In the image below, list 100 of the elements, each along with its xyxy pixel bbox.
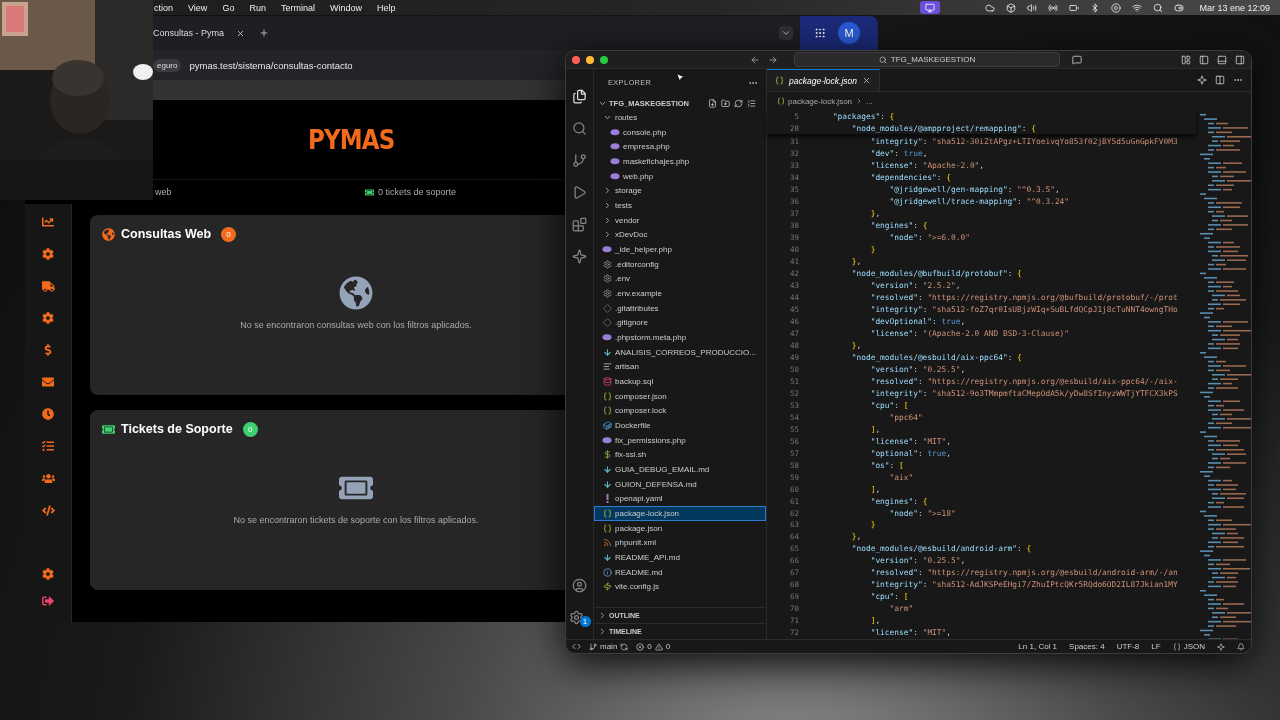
file-tree-item[interactable]: package.json	[594, 520, 766, 536]
chat-icon[interactable]	[1072, 54, 1082, 65]
file-tree-item[interactable]: web.php	[594, 168, 766, 184]
panel-toggle-icon[interactable]	[1217, 54, 1227, 65]
battery-icon[interactable]	[1069, 2, 1080, 13]
back-arrow-icon[interactable]	[750, 54, 760, 65]
secondary-sidebar-icon[interactable]	[1235, 54, 1245, 65]
new-tab-button[interactable]	[259, 28, 270, 38]
braces-icon	[775, 76, 784, 85]
file-tree-item[interactable]: console.php	[594, 124, 766, 140]
browser-tab[interactable]: Consultas - Pyma	[153, 20, 252, 46]
file-tree-item[interactable]: tests	[594, 198, 766, 213]
file-tree-item[interactable]: empresa.php	[594, 139, 766, 154]
breadcrumb-item[interactable]: package-lock.json	[788, 96, 853, 106]
volume-icon[interactable]	[1027, 2, 1038, 13]
tab-title: package-lock.json	[789, 75, 858, 86]
new-folder-icon[interactable]	[721, 98, 730, 108]
file-tree-item[interactable]: Dockerfile	[594, 418, 766, 433]
file-tree-item[interactable]: GUIA_DEBUG_EMAIL.md	[594, 462, 766, 477]
language-status[interactable]: JSON	[1172, 642, 1205, 651]
file-tree-item[interactable]: phpunit.xml	[594, 535, 766, 551]
status-item[interactable]: Spaces: 4	[1069, 642, 1105, 651]
problems-status[interactable]: 0 0	[636, 642, 671, 651]
file-tree-item[interactable]: fix_permissions.php	[594, 432, 766, 448]
close-icon[interactable]	[236, 28, 246, 38]
tab-list-button[interactable]	[779, 26, 793, 40]
file-tree-item[interactable]: ANALISIS_CORREOS_PRODUCCIO...	[594, 344, 766, 360]
file-tree-item[interactable]: vendor	[594, 212, 766, 228]
menu-item[interactable]: Terminal	[280, 2, 315, 13]
file-tree-item[interactable]: .gitattributes	[594, 300, 766, 316]
cloud-icon[interactable]	[985, 2, 996, 13]
file-tree-item[interactable]: README.md	[594, 564, 766, 580]
file-tree-item[interactable]: .env.example	[594, 286, 766, 301]
wifi-icon[interactable]	[1132, 2, 1143, 13]
bell-icon[interactable]	[1237, 642, 1245, 651]
status-item[interactable]: Ln 1, Col 1	[1018, 642, 1058, 651]
menu-item[interactable]: Window	[329, 2, 362, 13]
file-tree-item[interactable]: storage	[594, 183, 766, 199]
menu-item[interactable]: Go	[222, 2, 235, 13]
sidebar-toggle-icon[interactable]	[1199, 54, 1209, 65]
layout-icon[interactable]	[1181, 54, 1191, 65]
status-item[interactable]: LF	[1151, 642, 1161, 651]
file-tree-item[interactable]: GUION_DEFENSA.md	[594, 476, 766, 492]
container-icon	[602, 420, 612, 430]
braces-icon	[777, 97, 785, 105]
breadcrumb-item[interactable]: ...	[866, 96, 873, 106]
menu-item[interactable]: Help	[376, 2, 396, 13]
file-tree-item[interactable]: vite.config.js	[594, 579, 766, 595]
refresh-icon[interactable]	[734, 98, 743, 108]
file-tree-item[interactable]: composer.json	[594, 388, 766, 404]
file-tree-item[interactable]: .phpstorm.meta.php	[594, 330, 766, 345]
count-badge: 0	[221, 226, 237, 242]
warning-count: 0	[665, 642, 671, 651]
file-tree-item[interactable]: backup.sql	[594, 374, 766, 389]
screen-icon[interactable]	[920, 1, 941, 14]
file-tree-item[interactable]: .gitignore	[594, 315, 766, 331]
file-tree-item[interactable]: package-lock.json	[594, 506, 766, 521]
address-field[interactable]: pymas.test/sistema/consultas-contacto	[189, 59, 353, 71]
profile-avatar[interactable]: M	[838, 22, 860, 44]
apps-grid-icon[interactable]	[814, 27, 826, 39]
zoom-button[interactable]	[600, 55, 608, 64]
control-center-icon[interactable]	[1174, 2, 1185, 13]
sparkle-icon[interactable]	[1217, 642, 1225, 651]
close-window-button[interactable]	[572, 55, 580, 64]
broadcast-icon[interactable]	[1048, 2, 1059, 13]
file-tree-item[interactable]: maskefichajes.php	[594, 154, 766, 169]
file-tree-item[interactable]: _ide_helper.php	[594, 242, 766, 257]
bluetooth-icon[interactable]	[1090, 2, 1101, 13]
menu-item[interactable]: View	[188, 2, 208, 13]
collapse-icon[interactable]	[747, 98, 756, 108]
file-tree-item[interactable]: routes	[594, 110, 766, 125]
menu-item[interactable]: ction	[154, 2, 173, 13]
file-tree-item[interactable]: README_API.md	[594, 550, 766, 565]
sparkle-icon[interactable]	[1197, 75, 1207, 85]
box-icon[interactable]	[1006, 2, 1017, 13]
play-icon[interactable]	[1111, 2, 1122, 13]
split-editor-icon[interactable]	[1215, 75, 1225, 85]
file-tree-item[interactable]: artisan	[594, 359, 766, 375]
security-chip[interactable]: eguro	[153, 58, 182, 72]
clock[interactable]: Mar 13 ene 12:09	[1199, 2, 1270, 13]
close-icon[interactable]	[862, 76, 872, 85]
gear-icon	[602, 288, 612, 298]
php-elephant-icon	[602, 245, 612, 253]
new-file-icon[interactable]	[708, 98, 717, 108]
search-icon[interactable]	[1153, 2, 1164, 13]
status-item[interactable]: UTF-8	[1116, 642, 1140, 651]
minimize-button[interactable]	[586, 55, 594, 64]
file-tree-item[interactable]: fix-ssl.sh	[594, 447, 766, 463]
settings-icon[interactable]	[568, 609, 584, 625]
file-tree-item[interactable]: composer.lock	[594, 403, 766, 419]
forward-arrow-icon[interactable]	[768, 54, 778, 65]
command-search-field[interactable]: TFG_MASKEGESTION	[794, 52, 1060, 67]
editor-tab[interactable]: package-lock.json	[767, 69, 881, 91]
file-tree-item[interactable]: xDevDoc	[594, 227, 766, 243]
file-tree-item[interactable]: .editorconfig	[594, 256, 766, 272]
branch-status[interactable]: main	[589, 642, 629, 651]
file-tree-item[interactable]: openapi.yaml	[594, 491, 766, 507]
menu-item[interactable]: Run	[249, 2, 266, 13]
remote-icon[interactable]	[572, 642, 581, 651]
file-tree-item[interactable]: .env	[594, 271, 766, 287]
